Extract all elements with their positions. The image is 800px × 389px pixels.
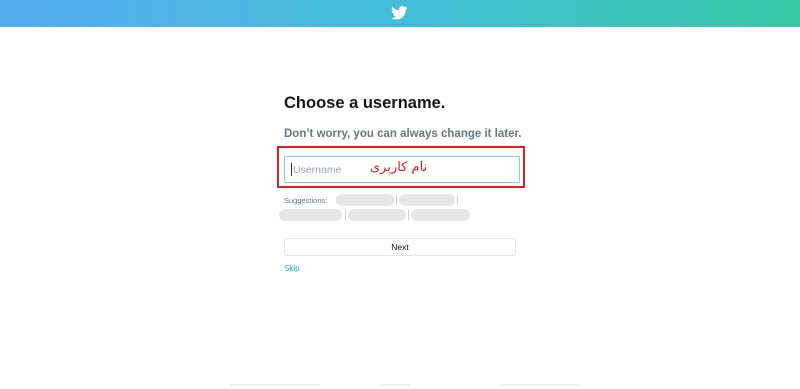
skip-link[interactable]: Skip bbox=[284, 264, 300, 273]
twitter-bird-icon bbox=[391, 6, 408, 20]
suggestion-separator bbox=[457, 195, 458, 205]
suggestion-chip[interactable] bbox=[279, 209, 342, 221]
suggestions-label: Suggestions: bbox=[284, 196, 328, 205]
annotation-label: نام کاربری bbox=[370, 160, 428, 175]
footer-divider bbox=[230, 384, 320, 386]
suggestion-separator bbox=[408, 210, 409, 220]
footer-divider bbox=[500, 384, 580, 386]
suggestion-chip[interactable] bbox=[348, 209, 406, 221]
suggestion-chip[interactable] bbox=[399, 194, 455, 206]
next-button[interactable]: Next bbox=[284, 238, 516, 256]
page-title: Choose a username. bbox=[284, 94, 446, 112]
suggestion-separator bbox=[345, 210, 346, 220]
top-header-bar bbox=[0, 0, 800, 27]
text-cursor bbox=[291, 163, 292, 176]
suggestion-chip[interactable] bbox=[411, 209, 470, 221]
suggestion-chip[interactable] bbox=[336, 194, 394, 206]
footer-divider bbox=[380, 384, 410, 386]
suggestion-separator bbox=[396, 195, 397, 205]
page-subtitle: Don’t worry, you can always change it la… bbox=[284, 128, 522, 140]
